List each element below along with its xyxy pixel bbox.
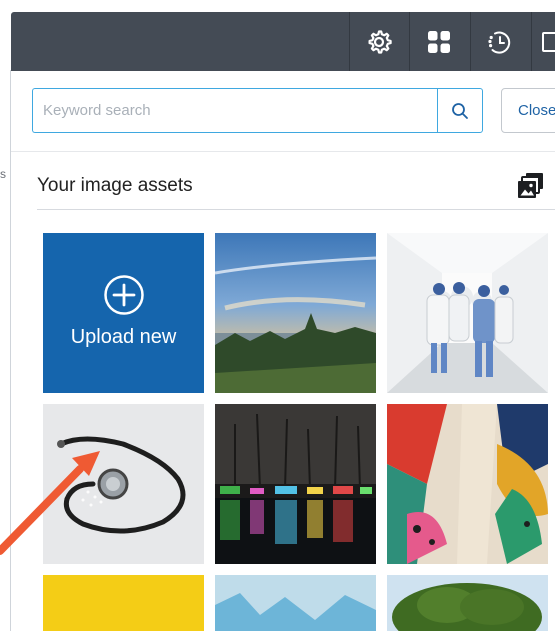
stethoscope-image — [43, 404, 204, 564]
yellow-thumbnail[interactable] — [43, 575, 204, 631]
tree-thumbnail[interactable] — [387, 575, 548, 631]
grid-icon — [428, 30, 450, 53]
tree-image — [387, 575, 548, 631]
abstract-leaves-art-thumbnail[interactable] — [387, 404, 548, 564]
search-icon — [452, 102, 468, 119]
top-toolbar — [11, 12, 555, 71]
stethoscope-thumbnail[interactable] — [43, 404, 204, 564]
ice-blue-image — [215, 575, 376, 631]
image-assets-panel: Close Your image assets Upload new — [11, 71, 555, 631]
abstract-art-image — [387, 404, 548, 564]
background-page-edge: s — [0, 0, 11, 631]
hospital-corridor-image — [387, 233, 548, 393]
panel-toggle-button[interactable] — [531, 12, 555, 71]
landscape-sunset-image — [215, 233, 376, 393]
ice-blue-thumbnail[interactable] — [215, 575, 376, 631]
upload-new-tile[interactable]: Upload new — [43, 233, 204, 393]
settings-button[interactable] — [349, 12, 408, 71]
search-button[interactable] — [437, 88, 483, 133]
history-button[interactable] — [470, 12, 529, 71]
hospital-corridor-thumbnail[interactable] — [387, 233, 548, 393]
gear-icon — [368, 29, 392, 54]
divider — [11, 151, 555, 152]
night-lake-lights-thumbnail[interactable] — [215, 404, 376, 564]
yellow-image — [43, 575, 204, 631]
section-divider — [37, 209, 555, 210]
add-circle-icon — [103, 274, 144, 315]
grid-view-button[interactable] — [409, 12, 468, 71]
upload-new-label: Upload new — [70, 325, 177, 348]
keyword-search-input[interactable] — [32, 88, 437, 133]
search-bar — [32, 88, 483, 133]
panel-icon — [542, 31, 555, 52]
night-lake-image — [215, 404, 376, 564]
section-title: Your image assets — [37, 175, 193, 196]
background-text-fragment: s — [0, 167, 6, 181]
image-gallery-icon[interactable] — [517, 172, 545, 200]
landscape-sunset-thumbnail[interactable] — [215, 233, 376, 393]
history-icon — [488, 31, 511, 54]
close-button[interactable]: Close — [501, 88, 555, 133]
